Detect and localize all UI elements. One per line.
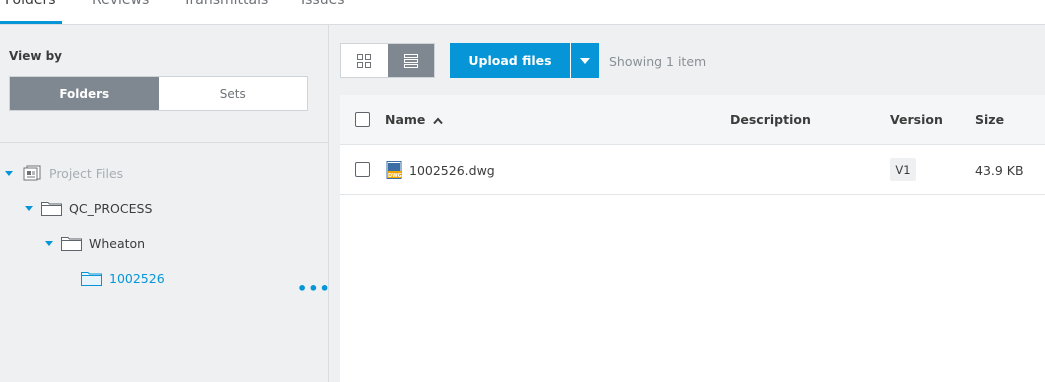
list-view-icon <box>403 53 418 68</box>
table-row[interactable]: DWG 1002526.dwg V1 43.9 KB <box>340 145 1045 195</box>
sort-ascending-icon <box>433 116 443 124</box>
column-header-version[interactable]: Version <box>890 112 943 127</box>
expand-caret-icon[interactable] <box>25 205 33 211</box>
tab-folders[interactable]: Folders <box>5 0 56 8</box>
file-name-link[interactable]: 1002526.dwg <box>409 163 495 178</box>
tab-transmittals[interactable]: Transmittals <box>183 0 268 8</box>
tab-issues[interactable]: Issues <box>301 0 345 8</box>
svg-text:DWG: DWG <box>388 173 402 179</box>
tree-item-qc-process[interactable]: QC_PROCESS <box>25 198 152 218</box>
sidebar: View by Folders Sets Project Files QC_PR… <box>0 25 331 382</box>
upload-files-button[interactable]: Upload files <box>450 43 570 78</box>
grid-view-button[interactable] <box>341 44 388 77</box>
project-files-icon <box>23 165 41 181</box>
folder-icon <box>81 272 102 286</box>
upload-files-control: Upload files <box>450 43 599 78</box>
view-by-toggle: Folders Sets <box>9 76 308 111</box>
folder-icon <box>61 237 82 251</box>
column-header-size[interactable]: Size <box>975 112 1004 127</box>
column-header-name[interactable]: Name <box>385 112 443 127</box>
folder-icon <box>41 202 62 216</box>
upload-options-dropdown[interactable] <box>570 43 599 78</box>
select-all-checkbox[interactable] <box>355 112 370 127</box>
main-content: Upload files Showing 1 item Name Descrip… <box>329 25 1045 382</box>
view-by-label: View by <box>9 49 63 63</box>
tree-item-wheaton[interactable]: Wheaton <box>45 233 145 253</box>
tree-item-label: Wheaton <box>89 235 146 251</box>
table-header: Name Description Version Size <box>340 95 1045 145</box>
tree-item-1002526[interactable]: 1002526 <box>81 268 165 288</box>
tab-reviews[interactable]: Reviews <box>92 0 149 8</box>
dwg-file-icon: DWG <box>386 161 402 179</box>
chevron-down-icon <box>580 57 590 64</box>
view-by-folders-button[interactable]: Folders <box>10 77 159 110</box>
top-tab-bar: Folders Reviews Transmittals Issues <box>0 0 1045 25</box>
grid-view-icon <box>357 53 372 68</box>
version-badge[interactable]: V1 <box>890 158 916 181</box>
expand-caret-icon[interactable] <box>5 170 13 176</box>
view-mode-toggle <box>340 43 435 78</box>
row-checkbox[interactable] <box>355 162 370 177</box>
tree-item-label: Project Files <box>49 165 124 181</box>
expand-caret-icon[interactable] <box>45 240 53 246</box>
view-by-sets-button[interactable]: Sets <box>159 77 308 110</box>
tree-item-label: QC_PROCESS <box>69 200 153 216</box>
tree-item-project-files[interactable]: Project Files <box>5 163 123 183</box>
column-header-label: Name <box>385 112 426 127</box>
tree-item-label: 1002526 <box>109 270 165 286</box>
list-view-button[interactable] <box>387 44 434 77</box>
column-header-description[interactable]: Description <box>730 112 811 127</box>
file-size: 43.9 KB <box>975 163 1024 178</box>
active-tab-indicator <box>0 21 62 24</box>
files-table: Name Description Version Size DWG 100252… <box>340 95 1045 382</box>
more-options-button[interactable]: ••• <box>297 279 331 298</box>
sidebar-divider <box>0 142 328 143</box>
item-count-text: Showing 1 item <box>609 54 707 69</box>
